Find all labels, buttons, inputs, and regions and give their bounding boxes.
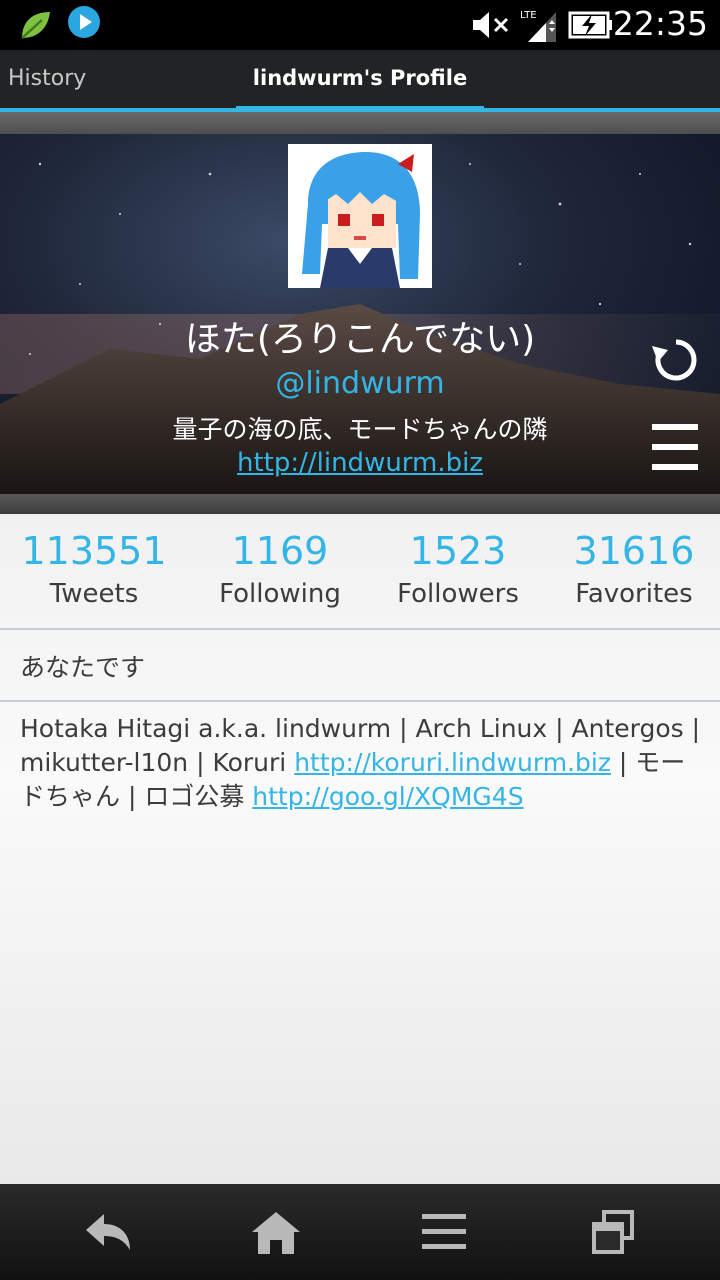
svg-text:LTE: LTE bbox=[520, 10, 537, 21]
stat-value: 113551 bbox=[21, 529, 167, 573]
leaf-icon bbox=[21, 12, 50, 39]
tab-profile-label: lindwurm's Profile bbox=[252, 66, 468, 90]
website-link[interactable]: http://lindwurm.biz bbox=[0, 448, 720, 478]
stat-label: Tweets bbox=[49, 579, 139, 609]
refresh-icon[interactable] bbox=[650, 334, 702, 386]
location: 量子の海の底、モードちゃんの隣 bbox=[172, 415, 548, 444]
screen-name: @lindwurm bbox=[275, 366, 445, 401]
header-bottom-strip bbox=[0, 494, 720, 514]
stat-followers[interactable]: 1523 Followers bbox=[368, 528, 548, 614]
navigation-bar bbox=[0, 1184, 720, 1280]
lte-signal-icon: LTE bbox=[520, 10, 556, 42]
header-top-strip bbox=[0, 112, 720, 134]
battery-charging-icon bbox=[568, 11, 612, 39]
profile-banner: ほた(ろりこんでない) @lindwurm 量子の海の底、モードちゃんの隣 ht… bbox=[0, 134, 720, 494]
stat-label: Following bbox=[219, 579, 341, 609]
stat-favorites[interactable]: 31616 Favorites bbox=[544, 528, 720, 614]
play-icon bbox=[68, 6, 100, 38]
recent-apps-icon[interactable] bbox=[588, 1208, 640, 1256]
stat-value: 1523 bbox=[409, 529, 507, 573]
back-icon[interactable] bbox=[82, 1208, 134, 1256]
stat-value: 1169 bbox=[231, 529, 329, 573]
stats-row: 113551 Tweets 1169 Following 1523 Follow… bbox=[0, 514, 720, 630]
bio-link-goo[interactable]: http://goo.gl/XQMG4S bbox=[252, 782, 523, 811]
avatar-image bbox=[288, 144, 432, 288]
bio: Hotaka Hitagi a.k.a. lindwurm | Arch Lin… bbox=[20, 712, 704, 814]
mute-icon bbox=[473, 12, 509, 38]
stat-following[interactable]: 1169 Following bbox=[190, 528, 370, 614]
tab-history[interactable]: History bbox=[8, 66, 86, 91]
avatar[interactable] bbox=[288, 144, 432, 288]
menu-icon[interactable] bbox=[650, 422, 700, 472]
clock: 22:35 bbox=[612, 4, 708, 43]
bio-link-koruri[interactable]: http://koruri.lindwurm.biz bbox=[294, 748, 611, 777]
display-name: ほた(ろりこんでない) bbox=[184, 319, 536, 360]
status-bar: LTE 22:35 bbox=[0, 0, 720, 50]
tab-bar: History lindwurm's Profile bbox=[0, 50, 720, 112]
stat-value: 31616 bbox=[573, 529, 695, 573]
menu-nav-icon[interactable] bbox=[418, 1208, 470, 1256]
home-icon[interactable] bbox=[250, 1208, 302, 1256]
stat-tweets[interactable]: 113551 Tweets bbox=[4, 528, 184, 614]
relationship-status: あなたです bbox=[0, 632, 720, 702]
stat-label: Followers bbox=[397, 579, 519, 609]
profile-content: 113551 Tweets 1169 Following 1523 Follow… bbox=[0, 514, 720, 1184]
stat-label: Favorites bbox=[575, 579, 693, 609]
tab-profile[interactable]: lindwurm's Profile bbox=[236, 50, 484, 112]
